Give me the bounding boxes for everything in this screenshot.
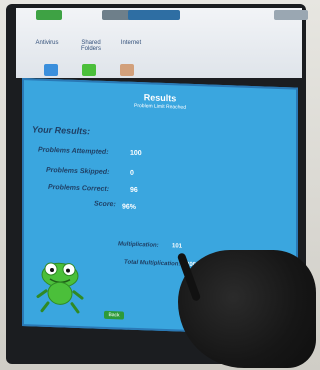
problems-skipped-value: 0 bbox=[130, 169, 134, 177]
problems-correct-value: 96 bbox=[130, 186, 138, 195]
desktop-icon-antivirus[interactable]: Antivirus bbox=[30, 24, 64, 46]
globe-icon bbox=[124, 24, 138, 38]
desktop-icon-label: Antivirus bbox=[35, 40, 59, 46]
desktop-icon-internet[interactable]: Internet bbox=[114, 24, 148, 46]
back-button[interactable]: Back bbox=[104, 310, 124, 320]
toolbar-icons bbox=[44, 64, 134, 76]
score-value: 96% bbox=[122, 203, 137, 211]
desktop-icon-label: Shared Folders bbox=[80, 40, 101, 52]
desktop: Antivirus Shared Folders Internet bbox=[16, 8, 308, 78]
photo-background: Antivirus Shared Folders Internet Result… bbox=[0, 0, 320, 370]
app-icon[interactable] bbox=[44, 64, 58, 76]
desktop-icon-label: Internet bbox=[120, 40, 142, 46]
app-icon[interactable] bbox=[120, 64, 134, 76]
shield-icon bbox=[40, 24, 54, 38]
total-multiplication-label: Total Multiplication: bbox=[124, 259, 181, 268]
problems-attempted-value: 100 bbox=[130, 149, 142, 158]
problems-correct-label: Problems Correct: bbox=[48, 183, 110, 194]
score-label: Score: bbox=[94, 200, 116, 209]
problems-skipped-label: Problems Skipped: bbox=[46, 166, 110, 177]
multiplication-label: Multiplication: bbox=[118, 241, 159, 249]
app-icon[interactable] bbox=[82, 64, 96, 76]
start-button[interactable] bbox=[36, 10, 62, 20]
folder-icon bbox=[84, 24, 98, 38]
multiplication-value: 101 bbox=[172, 243, 183, 250]
your-results-heading: Your Results: bbox=[32, 124, 91, 137]
window-controls[interactable] bbox=[274, 10, 308, 20]
frog-mascot bbox=[36, 262, 84, 314]
desktop-icon-shared-folders[interactable]: Shared Folders bbox=[74, 24, 108, 52]
taskbar-item[interactable] bbox=[128, 10, 180, 20]
problems-attempted-label: Problems Attempted: bbox=[38, 146, 109, 157]
hand-silhouette bbox=[178, 250, 316, 368]
